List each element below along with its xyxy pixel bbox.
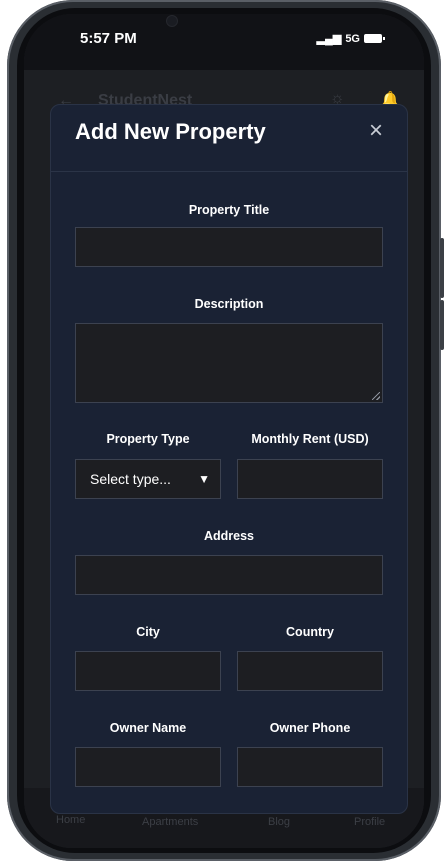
description-textarea[interactable] [75,323,383,403]
city-input[interactable] [75,651,221,691]
battery-icon [364,34,385,43]
volume-button-2 [440,300,444,350]
description-label: Description [194,297,264,311]
country-label: Country [286,625,334,639]
owner-name-label: Owner Name [109,721,187,735]
property-type-label: Property Type [106,432,190,446]
nav-label: Apartments [142,816,199,828]
monthly-rent-input[interactable] [237,459,383,499]
network-status: ▂▄▆ 5G [316,32,385,45]
camera-icon [166,15,178,27]
nav-label: Profile [354,816,386,828]
volume-button [440,238,444,298]
property-title-label: Property Title [188,203,270,217]
nav-label: Home [56,814,86,826]
modal-divider [51,171,407,172]
owner-name-input[interactable] [75,747,221,787]
status-bar: 5:57 PM ▂▄▆ 5G [24,14,424,70]
owner-phone-input[interactable] [237,747,383,787]
add-property-modal: Add New Property × Property Title Descri… [50,104,408,814]
property-title-input[interactable] [75,227,383,267]
property-type-select[interactable]: Select type... ▼ [75,459,221,499]
monthly-rent-label: Monthly Rent (USD) [251,432,369,446]
owner-phone-label: Owner Phone [269,721,351,735]
address-label: Address [203,529,255,543]
property-type-value: Select type... [90,471,171,487]
close-icon[interactable]: × [369,117,383,145]
screen: 5:57 PM ▂▄▆ 5G ← StudentNest ☼ 🔔 ⌂ Home … [24,14,424,848]
chevron-down-icon: ▼ [198,472,210,486]
signal-icon: ▂▄▆ [316,33,342,45]
nav-label: Blog [268,816,291,828]
city-label: City [136,625,160,639]
status-time: 5:57 PM [80,30,137,47]
modal-title: Add New Property [75,119,266,144]
country-input[interactable] [237,651,383,691]
address-input[interactable] [75,555,383,595]
network-label: 5G [345,32,360,45]
resize-handle-icon[interactable] [372,392,380,400]
